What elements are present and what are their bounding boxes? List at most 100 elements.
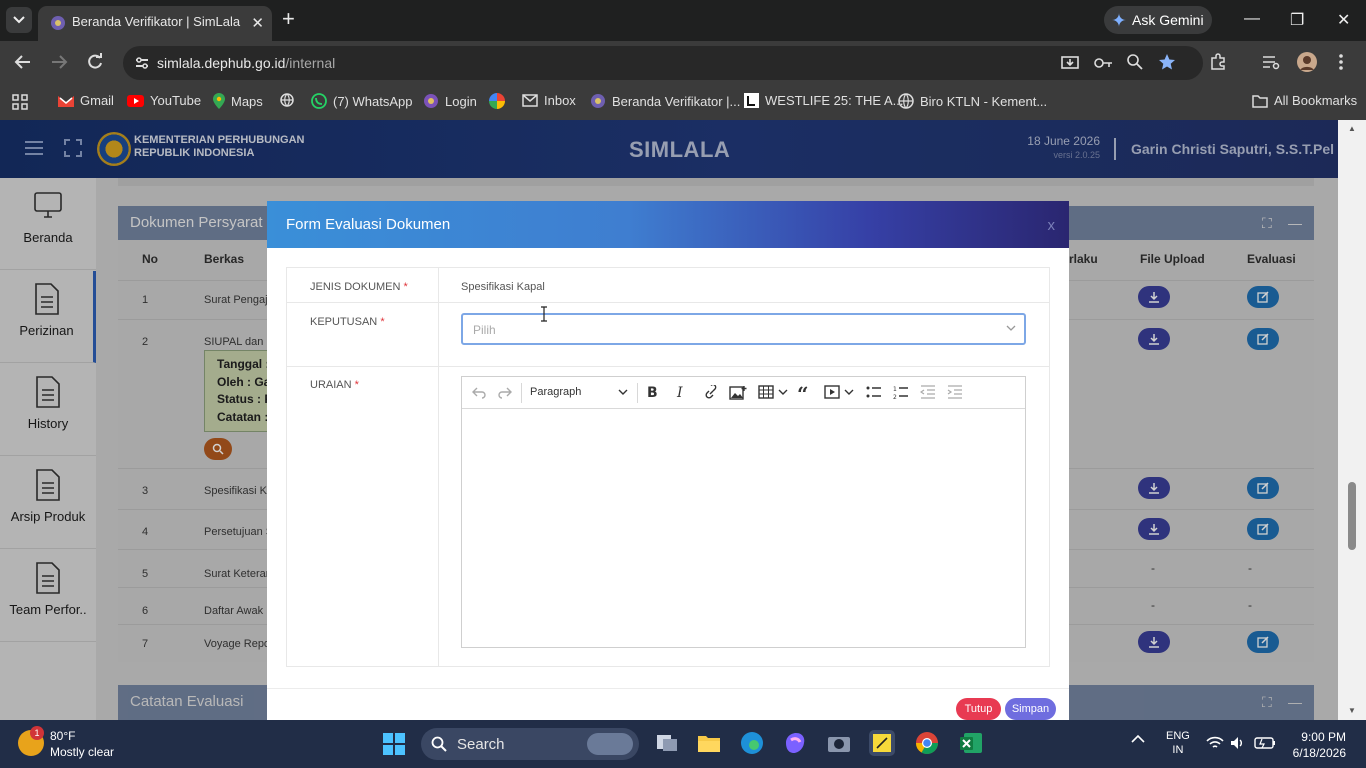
taskbar-search[interactable]: Search [421, 728, 639, 760]
scrollbar-thumb[interactable] [1348, 482, 1356, 550]
address-bar[interactable]: simlala.dephub.go.id/internal [123, 46, 1203, 80]
text-cursor-icon [541, 306, 547, 322]
scroll-down-icon[interactable]: ▼ [1348, 706, 1356, 715]
ask-gemini-button[interactable]: Ask Gemini [1104, 6, 1212, 34]
windows-start-icon[interactable] [383, 733, 405, 755]
table-icon[interactable] [758, 385, 774, 399]
reload-icon[interactable] [86, 53, 104, 71]
l-logo-icon [744, 93, 759, 108]
system-clock[interactable]: 9:00 PM 6/18/2026 [1293, 729, 1346, 761]
bulleted-list-icon[interactable] [866, 385, 882, 399]
battery-icon[interactable] [1254, 737, 1276, 749]
edge-browser-icon[interactable] [739, 730, 765, 756]
bookmark-label: Login [445, 93, 477, 109]
tab-title: Beranda Verifikator | SimLala [72, 14, 241, 29]
password-key-icon[interactable] [1093, 55, 1113, 71]
svg-text:2: 2 [893, 394, 897, 399]
close-tab-icon[interactable]: ✕ [251, 14, 264, 32]
windows-taskbar: 1 80°F Mostly clear Search ENG IN 9:00 PM… [0, 720, 1366, 768]
uraian-label: URAIAN * [310, 379, 359, 391]
tutup-button[interactable]: Tutup [956, 698, 1001, 720]
bookmark-whatsapp[interactable]: (7) WhatsApp [311, 93, 412, 109]
search-highlight-image [587, 733, 633, 755]
tray-overflow-chevron-icon[interactable] [1131, 734, 1145, 744]
profile-avatar[interactable] [1296, 51, 1318, 73]
task-view-icon[interactable] [654, 730, 680, 756]
bookmark-youtube[interactable]: YouTube [127, 93, 201, 108]
volume-icon[interactable] [1230, 736, 1246, 750]
column-divider [438, 268, 439, 666]
browser-tab[interactable]: Beranda Verifikator | SimLala ✕ [38, 6, 272, 41]
new-tab-icon[interactable]: + [282, 8, 295, 30]
url-host: simlala.dephub.go.id [157, 55, 286, 71]
bookmark-label: Maps [231, 93, 263, 109]
blockquote-icon[interactable]: “ [797, 385, 813, 399]
editor-content-area[interactable] [462, 409, 1025, 647]
bookmark-globe[interactable] [280, 93, 294, 107]
apps-grid-icon[interactable] [12, 94, 28, 110]
all-bookmarks[interactable]: All Bookmarks [1252, 93, 1357, 108]
bookmark-label: WESTLIFE 25: THE A... [765, 93, 904, 108]
all-bookmarks-label: All Bookmarks [1274, 93, 1358, 108]
media-embed-icon[interactable] [824, 385, 840, 399]
bookmark-biro-ktln[interactable]: Biro KTLN - Kement... [898, 93, 1047, 109]
simlala-favicon [591, 94, 605, 108]
extensions-icon[interactable] [1209, 53, 1227, 71]
clock-time: 9:00 PM [1301, 730, 1346, 744]
scroll-up-icon[interactable]: ▲ [1348, 124, 1356, 133]
restore-icon[interactable]: ❐ [1290, 10, 1304, 30]
paragraph-style-dropdown[interactable]: Paragraph [530, 386, 581, 398]
minimize-icon[interactable]: — [1244, 10, 1260, 28]
input-language[interactable]: ENG IN [1166, 730, 1190, 756]
close-icon[interactable]: x [1048, 217, 1056, 234]
modal-footer-divider [267, 688, 1069, 689]
weather-description[interactable]: Mostly clear [50, 745, 114, 759]
browser-menu-icon[interactable] [1338, 53, 1344, 71]
media-control-icon[interactable] [1262, 53, 1280, 71]
redo-icon[interactable] [498, 385, 512, 399]
clock-date: 6/18/2026 [1292, 746, 1346, 760]
bold-icon[interactable]: B [646, 385, 660, 399]
site-info-icon[interactable] [135, 56, 149, 70]
bookmark-pinwheel[interactable] [489, 93, 505, 109]
chrome-browser-icon[interactable] [914, 730, 940, 756]
outdent-icon[interactable] [920, 385, 936, 399]
chevron-down-icon[interactable] [778, 388, 788, 396]
bookmark-gmail[interactable]: Gmail [58, 93, 114, 108]
italic-icon[interactable]: I [674, 385, 688, 399]
file-explorer-icon[interactable] [696, 730, 722, 756]
wifi-icon[interactable] [1206, 736, 1224, 750]
insert-image-icon[interactable] [729, 385, 747, 401]
sticky-notes-icon[interactable] [869, 730, 895, 756]
simpan-button[interactable]: Simpan [1005, 698, 1056, 720]
excel-icon[interactable] [958, 730, 984, 756]
zoom-icon[interactable] [1127, 54, 1143, 70]
folder-icon [1252, 94, 1268, 108]
bookmark-maps[interactable]: Maps [213, 93, 263, 109]
bookmark-beranda-verifikator[interactable]: Beranda Verifikator |... [590, 93, 740, 109]
toolbar-separator [637, 383, 638, 403]
numbered-list-icon[interactable]: 12 [893, 385, 909, 399]
required-marker: * [380, 316, 385, 328]
forward-icon[interactable] [50, 53, 68, 71]
window-close-icon[interactable]: ✕ [1337, 10, 1350, 30]
row-divider [287, 302, 1049, 303]
chevron-down-icon[interactable] [844, 388, 854, 396]
label-text: URAIAN [310, 379, 352, 391]
bookmark-inbox[interactable]: Inbox [522, 93, 576, 108]
link-icon[interactable] [703, 385, 719, 401]
undo-icon[interactable] [472, 385, 486, 399]
camera-app-icon[interactable] [826, 730, 852, 756]
weather-temperature[interactable]: 80°F [50, 729, 75, 743]
copilot-icon[interactable] [782, 730, 808, 756]
bookmark-westlife[interactable]: WESTLIFE 25: THE A... [744, 93, 903, 108]
tab-search-button[interactable] [6, 7, 32, 33]
label-text: KEPUTUSAN [310, 316, 378, 328]
page-scrollbar[interactable]: ▲ ▼ [1338, 120, 1366, 720]
install-app-icon[interactable] [1061, 54, 1079, 72]
bookmark-login[interactable]: Login [423, 93, 477, 109]
bookmark-star-icon[interactable] [1158, 53, 1176, 71]
indent-icon[interactable] [947, 385, 963, 399]
back-icon[interactable] [14, 53, 32, 71]
chevron-down-icon[interactable] [618, 388, 628, 396]
